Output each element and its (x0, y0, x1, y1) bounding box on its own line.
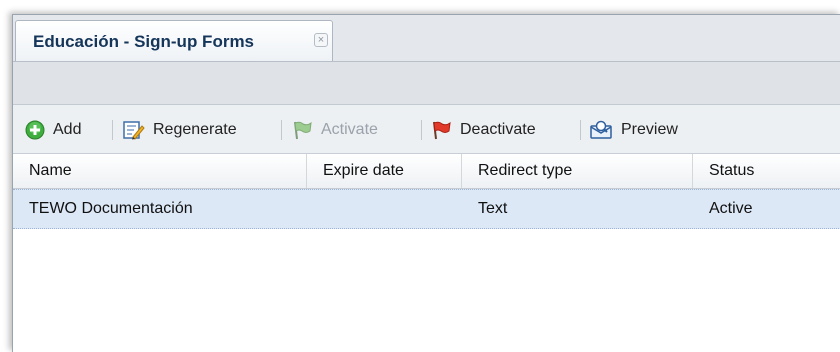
close-icon[interactable]: × (314, 33, 328, 47)
tab-strip: Educación - Sign-up Forms × (13, 15, 840, 62)
column-header-redirect-type[interactable]: Redirect type (462, 154, 693, 188)
add-icon (25, 120, 45, 140)
cell-name: TEWO Documentación (29, 200, 193, 217)
tab-signup-forms[interactable]: Educación - Sign-up Forms × (15, 20, 333, 61)
table-row[interactable]: TEWO Documentación Text Active (13, 189, 840, 229)
panel-header-band (13, 62, 840, 105)
column-header-expire-date[interactable]: Expire date (307, 154, 462, 188)
regenerate-button[interactable]: Regenerate (123, 119, 237, 141)
add-label: Add (53, 121, 82, 138)
activate-label: Activate (321, 121, 378, 138)
column-header-name[interactable]: Name (13, 154, 307, 188)
preview-label: Preview (621, 121, 678, 138)
regenerate-icon (123, 121, 145, 140)
regenerate-label: Regenerate (153, 121, 237, 138)
preview-button[interactable]: Preview (589, 119, 678, 141)
deactivate-label: Deactivate (460, 121, 536, 138)
preview-icon (590, 120, 612, 139)
cell-status: Active (709, 200, 753, 217)
column-header-status[interactable]: Status (693, 154, 840, 188)
tab-title: Educación - Sign-up Forms (33, 32, 255, 51)
add-button[interactable]: Add (25, 119, 81, 141)
cell-expire-date (307, 190, 462, 228)
red-flag-icon (433, 121, 451, 140)
toolbar: Add Regenerate Activate Deactivate Previ… (13, 105, 840, 154)
grid-header: Name Expire date Redirect type Status (13, 154, 840, 189)
signup-forms-panel: Educación - Sign-up Forms × Add Regenera… (12, 14, 840, 352)
green-flag-icon (294, 121, 312, 140)
toolbar-separator (421, 120, 422, 140)
deactivate-button[interactable]: Deactivate (430, 119, 536, 141)
activate-button[interactable]: Activate (291, 119, 378, 141)
toolbar-separator (281, 120, 282, 140)
toolbar-separator (112, 120, 113, 140)
toolbar-separator (580, 120, 581, 140)
cell-redirect-type: Text (478, 200, 508, 217)
